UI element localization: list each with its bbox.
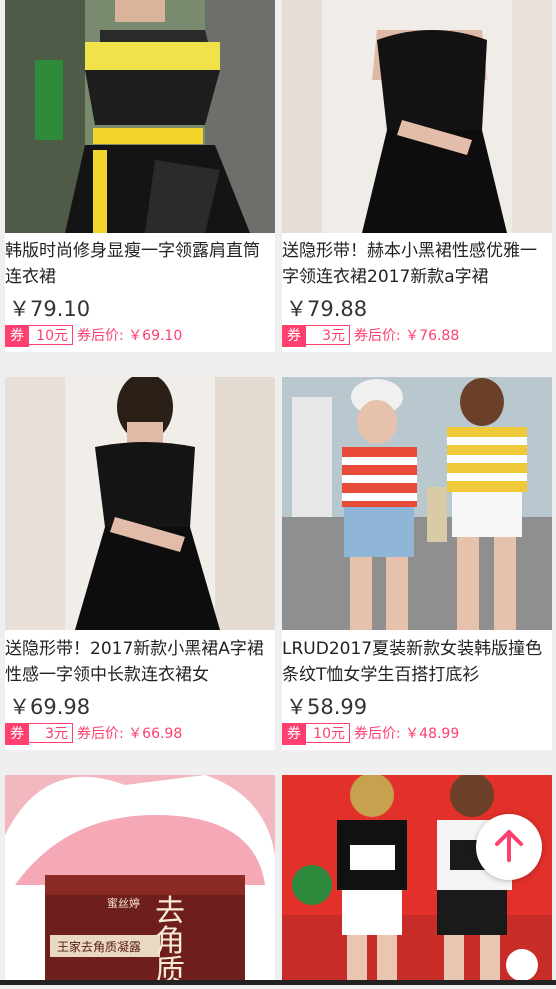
product-image[interactable] bbox=[5, 0, 275, 233]
product-title[interactable]: 送隐形带！赫本小黑裙性感优雅一字领连衣裙2017新款a字裙 bbox=[282, 238, 550, 290]
coupon-tag: 券 bbox=[282, 325, 306, 347]
coupon-row: 券 10元 券后价: ￥69.10 bbox=[5, 325, 265, 347]
coupon-value: 3元 bbox=[29, 723, 73, 743]
product-image[interactable] bbox=[5, 377, 275, 630]
product-photo bbox=[282, 377, 552, 630]
product-price: ￥79.10 bbox=[9, 297, 91, 321]
product-card[interactable]: LRUD2017夏装新款女装韩版撞色条纹T恤女学生百搭打底衫 ￥58.99 券 … bbox=[282, 377, 552, 750]
product-price: ￥58.99 bbox=[286, 695, 368, 719]
image-brand-text: 蜜丝婷 bbox=[107, 897, 140, 910]
product-price: ￥69.98 bbox=[9, 695, 91, 719]
coupon-value: 10元 bbox=[306, 723, 350, 743]
product-image[interactable] bbox=[282, 0, 552, 233]
coupon-row: 券 10元 券后价: ￥48.99 bbox=[282, 723, 542, 745]
product-image[interactable] bbox=[282, 775, 552, 985]
after-coupon-price: 券后价: ￥66.98 bbox=[77, 726, 183, 742]
product-title[interactable]: LRUD2017夏装新款女装韩版撞色条纹T恤女学生百搭打底衫 bbox=[282, 636, 550, 688]
arrow-up-icon bbox=[495, 830, 523, 862]
image-label-text: 王家去角质凝露 bbox=[57, 940, 142, 954]
product-card[interactable] bbox=[282, 775, 552, 985]
coupon-value: 3元 bbox=[306, 325, 350, 345]
coupon-tag: 券 bbox=[5, 723, 29, 745]
coupon-tag: 券 bbox=[282, 723, 306, 745]
product-card[interactable]: 蜜丝婷 去角质 王家去角质凝露 bbox=[5, 775, 275, 989]
product-card[interactable]: 韩版时尚修身显瘦一字领露肩直筒连衣裙 ￥79.10 券 10元 券后价: ￥69… bbox=[5, 0, 275, 352]
product-photo bbox=[5, 377, 275, 630]
coupon-value: 10元 bbox=[29, 325, 73, 345]
product-card[interactable]: 送隐形带！2017新款小黑裙A字裙性感一字领中长款连衣裙女 ￥69.98 券 3… bbox=[5, 377, 275, 750]
product-image[interactable] bbox=[282, 377, 552, 630]
bottom-edge bbox=[0, 980, 556, 985]
coupon-row: 券 3元 券后价: ￥76.88 bbox=[282, 325, 542, 347]
product-title[interactable]: 韩版时尚修身显瘦一字领露肩直筒连衣裙 bbox=[5, 238, 273, 290]
after-coupon-price: 券后价: ￥69.10 bbox=[77, 328, 183, 344]
back-to-top-button[interactable] bbox=[476, 814, 542, 880]
product-photo bbox=[282, 775, 552, 985]
product-photo bbox=[282, 0, 552, 233]
after-coupon-price: 券后价: ￥48.99 bbox=[354, 726, 460, 742]
product-title[interactable]: 送隐形带！2017新款小黑裙A字裙性感一字领中长款连衣裙女 bbox=[5, 636, 273, 688]
coupon-tag: 券 bbox=[5, 325, 29, 347]
product-card[interactable]: 送隐形带！赫本小黑裙性感优雅一字领连衣裙2017新款a字裙 ￥79.88 券 3… bbox=[282, 0, 552, 352]
coupon-row: 券 3元 券后价: ￥66.98 bbox=[5, 723, 265, 745]
image-product-text: 去角质 bbox=[155, 894, 185, 989]
after-coupon-price: 券后价: ￥76.88 bbox=[354, 328, 460, 344]
product-price: ￥79.88 bbox=[286, 297, 368, 321]
product-photo bbox=[5, 0, 275, 233]
